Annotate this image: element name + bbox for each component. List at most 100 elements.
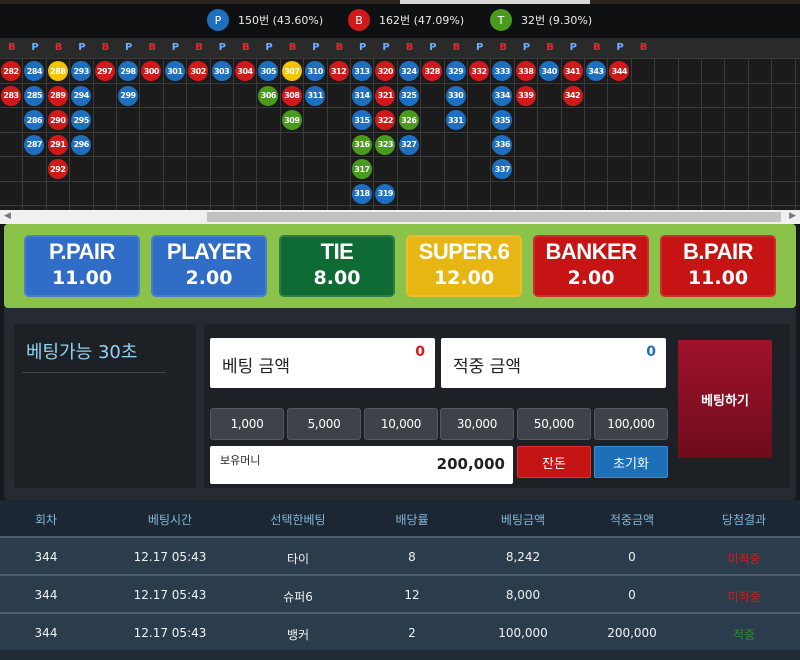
road-grid-line <box>467 58 468 210</box>
option-odds: 11.00 <box>51 267 113 289</box>
option-odds: 2.00 <box>567 267 615 289</box>
timer-divider <box>22 372 166 373</box>
cell-result: 적중 <box>732 628 756 642</box>
cell-odds: 2 <box>408 626 416 640</box>
cell-payout: 0 <box>628 550 636 564</box>
chip-30000[interactable]: 30,000 <box>440 408 514 440</box>
option-name: SUPER.6 <box>418 239 510 264</box>
bead-result: 312 <box>328 61 349 81</box>
bead-result: 295 <box>71 110 92 130</box>
bead-result: 296 <box>71 134 92 155</box>
bead-result: 302 <box>188 61 209 81</box>
bead-result: 329 <box>445 61 466 81</box>
cell-round: 344 <box>34 626 58 640</box>
bead-result: 316 <box>352 134 372 155</box>
road-grid-line <box>794 58 796 210</box>
road-grid-line <box>69 58 71 210</box>
bead-result: 323 <box>375 134 396 155</box>
option-banker[interactable]: BANKER 2.00 <box>533 235 649 297</box>
road-column-label: B <box>593 42 601 53</box>
reset-button[interactable]: 초기화 <box>594 446 668 478</box>
change-button[interactable]: 잔돈 <box>517 446 591 478</box>
road-column-label: P <box>312 42 320 53</box>
road-column-label: P <box>476 42 484 53</box>
cell-bet-amount: 8,242 <box>505 550 541 564</box>
option-p-pair[interactable]: P.PAIR 11.00 <box>24 235 140 297</box>
road-grid-line <box>116 58 117 210</box>
road-column-label: B <box>101 42 110 53</box>
road-grid-line <box>654 58 656 210</box>
betting-area: 베팅가능 30초 베팅 금액 0 적중 금액 0 1,000 5,000 10,… <box>4 308 796 500</box>
header-round: 회차 <box>34 513 58 527</box>
scroll-right-icon[interactable]: ▶ <box>789 211 796 221</box>
road-scrollbar[interactable]: ◀ ▶ <box>0 210 800 224</box>
chip-50000[interactable]: 50,000 <box>517 408 591 440</box>
header-selection: 선택한베팅 <box>270 513 326 527</box>
road-column-label: P <box>171 42 180 53</box>
chip-100000[interactable]: 100,000 <box>594 408 668 440</box>
bead-result: 343 <box>586 61 606 81</box>
cell-bet-amount: 8,000 <box>505 588 541 602</box>
option-player[interactable]: PLAYER 2.00 <box>151 235 267 297</box>
bet-amount-field[interactable]: 베팅 금액 0 <box>210 338 435 388</box>
bead-result: 292 <box>47 159 68 179</box>
bead-result: 339 <box>515 85 536 106</box>
bead-result: 335 <box>492 110 513 130</box>
road-column-label: P <box>569 42 577 53</box>
bead-result: 314 <box>352 85 372 106</box>
cell-selection: 뱅커 <box>286 628 310 642</box>
road-grid-line <box>0 58 800 59</box>
road-grid-line <box>630 58 632 210</box>
cell-payout: 200,000 <box>607 626 657 640</box>
bead-result: 305 <box>258 61 279 81</box>
road-grid-line <box>724 58 726 210</box>
bead-result: 287 <box>24 134 45 155</box>
road-grid-line <box>747 58 749 210</box>
bead-result: 303 <box>211 61 232 81</box>
player-stat-text: 150번 (43.60%) <box>238 14 324 27</box>
road-column-label: P <box>31 42 39 53</box>
option-b-pair[interactable]: B.PAIR 11.00 <box>660 235 776 297</box>
bet-history-table: 회차 베팅시간 선택한베팅 배당률 베팅금액 적중금액 당첨결과 344 12.… <box>0 500 800 660</box>
banker-stat: B 162번 (47.09%) <box>348 9 464 31</box>
bead-road[interactable]: BPBPBPBPBPBPBPBPPBPBPBPBPBPB 282 283 284 28… <box>0 38 800 210</box>
scroll-left-icon[interactable]: ◀ <box>4 211 11 221</box>
road-grid-line <box>22 58 24 210</box>
bead-result: 283 <box>1 85 21 106</box>
bead-result: 328 <box>422 61 443 81</box>
chip-10000[interactable]: 10,000 <box>364 408 438 440</box>
bead-result: 336 <box>492 134 513 155</box>
bead-result: 289 <box>47 85 68 106</box>
scroll-thumb[interactable] <box>207 212 781 222</box>
road-grid-line <box>233 58 234 210</box>
chip-5000[interactable]: 5,000 <box>287 408 361 440</box>
road-column-label: B <box>288 42 297 53</box>
road-grid-line <box>560 58 562 210</box>
bead-result: 332 <box>469 61 489 81</box>
option-name: B.PAIR <box>683 239 753 264</box>
road-grid-line <box>373 58 375 210</box>
road-grid-line <box>584 58 585 210</box>
bead-result: 299 <box>118 85 138 106</box>
bet-amount-label: 베팅 금액 <box>222 357 290 377</box>
table-header: 회차 베팅시간 선택한베팅 배당률 베팅금액 적중금액 당첨결과 <box>0 500 800 536</box>
place-bet-button[interactable]: 베팅하기 <box>678 340 772 458</box>
table-row: 344 12.17 05:43 뱅커 2 100,000 200,000 적중 <box>0 612 800 650</box>
road-grid-line <box>0 205 800 206</box>
option-super6[interactable]: SUPER.6 12.00 <box>406 235 522 297</box>
bead-result: 311 <box>305 85 326 106</box>
bead-result: 285 <box>24 85 45 106</box>
cell-selection: 슈퍼6 <box>283 590 313 604</box>
header-payout: 적중금액 <box>609 513 655 527</box>
chip-1000[interactable]: 1,000 <box>210 408 284 440</box>
bead-result: 301 <box>164 61 185 81</box>
bead-result: 293 <box>71 61 92 81</box>
bead-result: 322 <box>375 110 396 130</box>
bead-result: 291 <box>47 134 68 155</box>
road-grid-line <box>0 180 800 182</box>
balance-label: 보유머니 <box>220 454 261 467</box>
option-odds: 11.00 <box>687 267 749 289</box>
cell-round: 344 <box>34 550 58 564</box>
road-column-label: B <box>335 42 344 53</box>
option-tie[interactable]: TIE 8.00 <box>279 235 395 297</box>
